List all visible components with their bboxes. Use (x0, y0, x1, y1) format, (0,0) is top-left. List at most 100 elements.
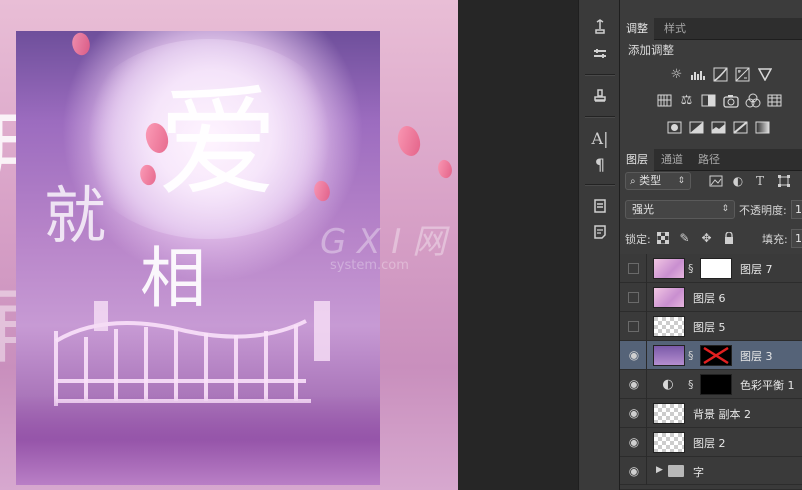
layer-thumbnail (653, 432, 685, 453)
lock-transparent-icon[interactable] (655, 230, 670, 245)
properties-icon[interactable] (587, 194, 613, 218)
adjustments-tabbar: 调整 样式 (620, 18, 802, 40)
clone-source-icon[interactable] (587, 84, 613, 108)
chevron-updown-icon: ⇕ (677, 176, 685, 186)
layer-mask-thumbnail[interactable] (700, 258, 732, 279)
petal-decoration (391, 122, 427, 160)
tab-adjustments[interactable]: 调整 (620, 18, 654, 40)
petal-decoration (67, 31, 95, 59)
filter-pixel-icon[interactable] (708, 173, 724, 189)
fill-input[interactable]: 10 (791, 229, 802, 248)
layer-name[interactable]: 图层 2 (693, 435, 726, 451)
gradient-map-icon[interactable] (754, 119, 771, 136)
photo-filter-icon[interactable] (722, 92, 739, 109)
layer-name[interactable]: 字 (693, 464, 704, 480)
layer-row-selected[interactable]: ◉ § 图层 3 (620, 341, 802, 370)
chevron-updown-icon: ⇕ (721, 204, 729, 214)
threshold-icon[interactable] (710, 119, 727, 136)
exposure-icon[interactable] (734, 66, 751, 83)
lock-position-icon[interactable]: ✥ (699, 230, 714, 245)
layer-thumbnail (653, 258, 685, 279)
column-divider (646, 341, 647, 370)
eye-icon[interactable]: ◉ (627, 464, 641, 478)
layer-name[interactable]: 图层 7 (740, 261, 773, 277)
tab-paths[interactable]: 路径 (692, 149, 726, 171)
filter-label: 类型 (639, 174, 662, 187)
tool-separator (585, 74, 615, 76)
layer-row[interactable]: ◉ 背景 副本 2 (620, 399, 802, 428)
layer-filter-select[interactable]: ⌕ 类型 ⇕ (625, 172, 691, 190)
folder-icon (668, 465, 684, 477)
character-icon[interactable]: A| (587, 126, 613, 150)
channel-mixer-icon[interactable] (744, 92, 761, 109)
tool-separator (585, 116, 615, 118)
layer-thumbnail (653, 403, 685, 424)
column-divider (646, 254, 647, 283)
watermark-text: G X I 网 (320, 222, 447, 262)
visibility-toggle-off[interactable] (628, 321, 639, 332)
document-canvas-area[interactable]: 用 甫 爱 就 相 (0, 0, 578, 490)
hue-saturation-icon[interactable] (656, 92, 673, 109)
column-divider (646, 312, 647, 341)
opacity-input[interactable]: 10 (791, 200, 802, 219)
column-divider (646, 457, 647, 486)
layer-name[interactable]: 图层 3 (740, 348, 773, 364)
tab-channels[interactable]: 通道 (655, 149, 689, 171)
adjustments-title: 添加调整 (628, 43, 674, 57)
tool-preset-icon[interactable] (587, 42, 613, 66)
petal-decoration (434, 157, 456, 181)
levels-icon[interactable] (690, 66, 707, 83)
layer-name[interactable]: 图层 6 (693, 290, 726, 306)
column-divider (646, 283, 647, 312)
layer-row[interactable]: § 图层 7 (620, 254, 802, 283)
filter-type-icon[interactable]: T (752, 173, 768, 189)
layer-row[interactable]: ◉ ◐ § 色彩平衡 1 (620, 370, 802, 399)
layer-row[interactable]: 图层 6 (620, 283, 802, 312)
curves-icon[interactable] (712, 66, 729, 83)
color-balance-icon[interactable]: ⚖ (678, 92, 695, 109)
tab-layers[interactable]: 图层 (620, 149, 654, 171)
color-balance-adjustment-icon: ◐ (662, 377, 674, 392)
black-white-icon[interactable] (700, 92, 717, 109)
layer-mask-thumbnail[interactable] (700, 374, 732, 395)
selective-color-icon[interactable] (732, 119, 749, 136)
eye-icon[interactable]: ◉ (627, 348, 641, 362)
eye-icon[interactable]: ◉ (627, 435, 641, 449)
layer-name[interactable]: 背景 副本 2 (693, 406, 751, 422)
link-icon[interactable]: § (688, 262, 694, 275)
lock-all-icon[interactable] (721, 230, 736, 245)
layer-row[interactable]: ◉ 图层 2 (620, 428, 802, 457)
posterize-icon[interactable] (688, 119, 705, 136)
link-icon[interactable]: § (688, 349, 694, 362)
invert-icon[interactable] (666, 119, 683, 136)
column-divider (646, 428, 647, 457)
layer-group-row[interactable]: ◉ ▶ 字 (620, 457, 802, 486)
layer-thumbnail (653, 316, 685, 337)
mask-disabled-icon (703, 347, 729, 364)
layer-name[interactable]: 色彩平衡 1 (740, 377, 795, 393)
adjustments-row-1: ☼ (668, 66, 773, 86)
filter-adjustment-icon[interactable]: ◐ (730, 173, 746, 189)
vibrance-icon[interactable] (756, 66, 773, 83)
tab-styles[interactable]: 样式 (658, 18, 692, 40)
brush-preset-icon[interactable] (587, 14, 613, 38)
filter-shape-icon[interactable] (776, 173, 792, 189)
blend-mode-select[interactable]: 强光 ⇕ (625, 200, 735, 219)
layer-name[interactable]: 图层 5 (693, 319, 726, 335)
layer-row-partial[interactable] (620, 485, 802, 490)
visibility-toggle-off[interactable] (628, 292, 639, 303)
expand-arrow-icon[interactable]: ▶ (656, 465, 663, 475)
notes-icon[interactable] (587, 220, 613, 244)
panel-tool-strip: A| ¶ (578, 0, 620, 490)
layer-row[interactable]: 图层 5 (620, 312, 802, 341)
color-lookup-icon[interactable] (766, 92, 783, 109)
eye-icon[interactable]: ◉ (627, 377, 641, 391)
layer-thumbnail (653, 345, 685, 366)
paragraph-icon[interactable]: ¶ (587, 152, 613, 176)
visibility-toggle-off[interactable] (628, 263, 639, 274)
brightness-icon[interactable]: ☼ (668, 66, 685, 83)
layer-mask-thumbnail-disabled[interactable] (700, 345, 732, 366)
lock-pixels-icon[interactable]: ✎ (677, 230, 692, 245)
link-icon[interactable]: § (688, 378, 694, 391)
eye-icon[interactable]: ◉ (627, 406, 641, 420)
